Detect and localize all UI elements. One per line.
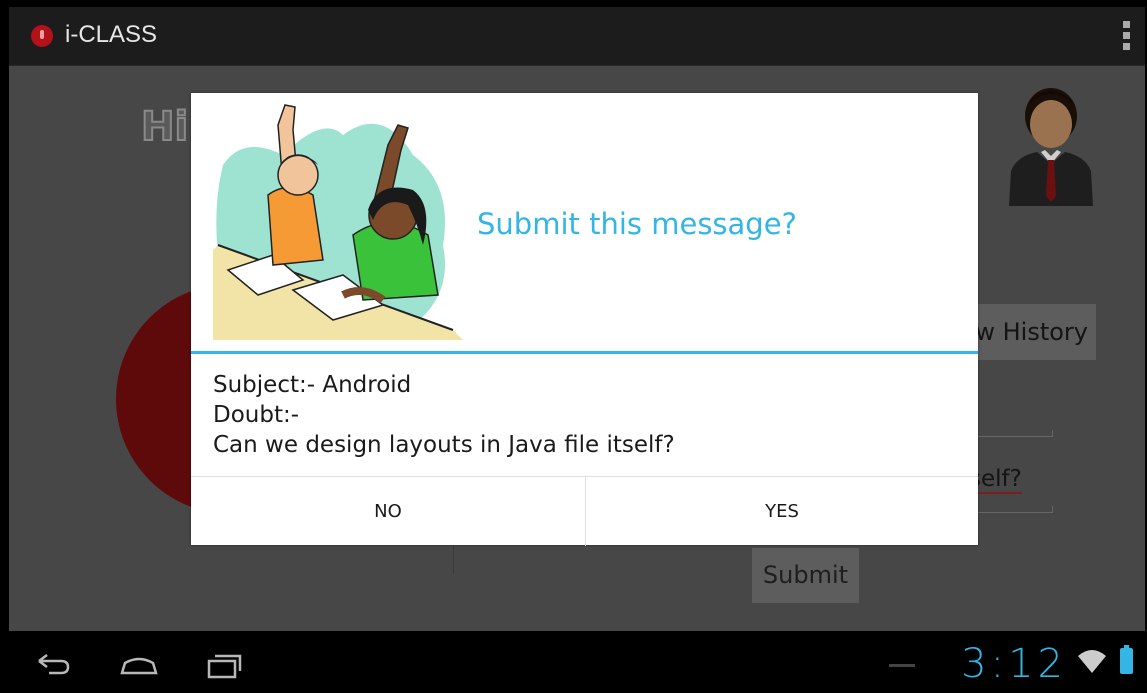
action-bar: i-CLASS <box>9 7 1145 66</box>
app-title: i-CLASS <box>65 21 158 48</box>
no-button[interactable]: NO <box>191 477 586 546</box>
back-icon[interactable] <box>35 653 71 675</box>
recent-apps-icon[interactable] <box>207 653 243 679</box>
overflow-menu-icon[interactable] <box>1123 21 1131 53</box>
home-icon[interactable] <box>119 653 159 675</box>
dialog-button-bar: NO YES <box>191 476 978 546</box>
user-avatar-icon <box>1009 88 1093 206</box>
greeting-text: Hi <box>140 103 189 151</box>
clock: 3:12 <box>961 641 1067 687</box>
system-nav-bar: 3:12 <box>9 631 1145 693</box>
app-logo-icon <box>31 25 53 47</box>
dialog-title: Submit this message? <box>477 207 797 241</box>
dialog-header: Submit this message? <box>191 93 978 351</box>
yes-button[interactable]: YES <box>586 477 978 546</box>
status-notification-indicator <box>889 664 915 667</box>
students-raising-hands-icon <box>213 104 463 340</box>
submit-button[interactable]: Submit <box>752 548 859 605</box>
subject-line: Subject:- Android <box>213 372 412 398</box>
dialog-message: Subject:- Android Doubt:- Can we design … <box>213 370 675 460</box>
doubt-text: Can we design layouts in Java file itsel… <box>213 432 675 458</box>
dialog-title-divider <box>191 351 978 354</box>
wifi-icon <box>1078 650 1106 673</box>
confirm-dialog: Submit this message? Subject:- Android D… <box>191 93 978 546</box>
battery-icon <box>1120 645 1133 674</box>
divider <box>453 544 454 574</box>
screen: i-CLASS Hi w History self? Submit 3:12 S… <box>0 0 1147 693</box>
doubt-label: Doubt:- <box>213 402 300 428</box>
